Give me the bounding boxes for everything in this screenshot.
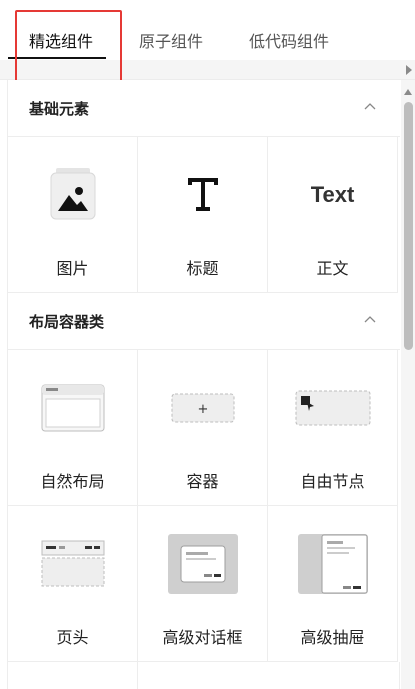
chevron-up-icon[interactable] bbox=[364, 102, 376, 110]
text-icon: Text bbox=[310, 182, 355, 207]
component-label: 高级抽屉 bbox=[300, 628, 365, 647]
component-card-image[interactable]: 图片 bbox=[8, 137, 138, 293]
horizontal-scrollbar[interactable] bbox=[0, 60, 415, 80]
section-header-layout[interactable]: 布局容器类 bbox=[8, 293, 400, 350]
component-card-advanced-dialog[interactable]: 高级对话框 bbox=[138, 506, 268, 662]
next-row-partial bbox=[8, 662, 400, 689]
section-title: 布局容器类 bbox=[29, 313, 105, 331]
natural-layout-icon bbox=[41, 384, 104, 432]
image-icon bbox=[50, 168, 95, 220]
tab-lowcode-components[interactable]: 低代码组件 bbox=[249, 28, 329, 52]
free-node-icon bbox=[295, 390, 370, 426]
component-card-container[interactable]: + 容器 bbox=[138, 350, 268, 506]
component-card-natural-layout[interactable]: 自然布局 bbox=[8, 350, 138, 506]
component-label: 正文 bbox=[316, 259, 349, 278]
section-header-basic[interactable]: 基础元素 bbox=[8, 80, 400, 137]
component-card-page-header[interactable]: 页头 bbox=[8, 506, 138, 662]
advanced-dialog-icon bbox=[167, 534, 238, 594]
component-label: 标题 bbox=[186, 259, 219, 278]
vertical-scrollbar[interactable] bbox=[401, 80, 415, 689]
scroll-up-arrow-icon[interactable] bbox=[404, 89, 412, 95]
component-card-advanced-drawer[interactable]: 高级抽屉 bbox=[268, 506, 398, 662]
component-label: 页头 bbox=[56, 628, 89, 647]
page-header-icon bbox=[41, 540, 104, 587]
scrollbar-thumb[interactable] bbox=[404, 102, 413, 350]
component-card-free-node[interactable]: 自由节点 bbox=[268, 350, 398, 506]
tab-featured-components[interactable]: 精选组件 bbox=[29, 28, 93, 52]
active-tab-underline bbox=[8, 57, 106, 59]
component-panel: 基础元素 图片 标题 Text 正文 布局容器类 自然布局 + 容器 自由节点 … bbox=[7, 80, 400, 689]
tab-atomic-components[interactable]: 原子组件 bbox=[139, 28, 203, 52]
component-label: 高级对话框 bbox=[162, 628, 243, 647]
component-card-text[interactable]: Text 正文 bbox=[268, 137, 398, 293]
container-plus-text: + bbox=[197, 402, 208, 417]
component-tabs: 精选组件 原子组件 低代码组件 bbox=[0, 0, 415, 61]
layout-containers-grid: 自然布局 + 容器 自由节点 页头 高级对话框 高级抽屉 bbox=[8, 350, 400, 662]
component-label: 自然布局 bbox=[40, 472, 105, 491]
highlight-annotation-tick bbox=[15, 68, 17, 76]
component-label: 容器 bbox=[186, 472, 219, 491]
section-title: 基础元素 bbox=[29, 100, 90, 118]
advanced-drawer-icon bbox=[297, 534, 368, 594]
component-card-heading[interactable]: 标题 bbox=[138, 137, 268, 293]
heading-T-icon bbox=[187, 178, 218, 211]
scroll-right-arrow-icon[interactable] bbox=[406, 65, 412, 75]
container-icon: + bbox=[171, 393, 234, 423]
component-label: 图片 bbox=[56, 259, 89, 278]
basic-elements-grid: 图片 标题 Text 正文 bbox=[8, 137, 400, 293]
component-label: 自由节点 bbox=[300, 472, 365, 491]
chevron-up-icon[interactable] bbox=[364, 315, 376, 323]
